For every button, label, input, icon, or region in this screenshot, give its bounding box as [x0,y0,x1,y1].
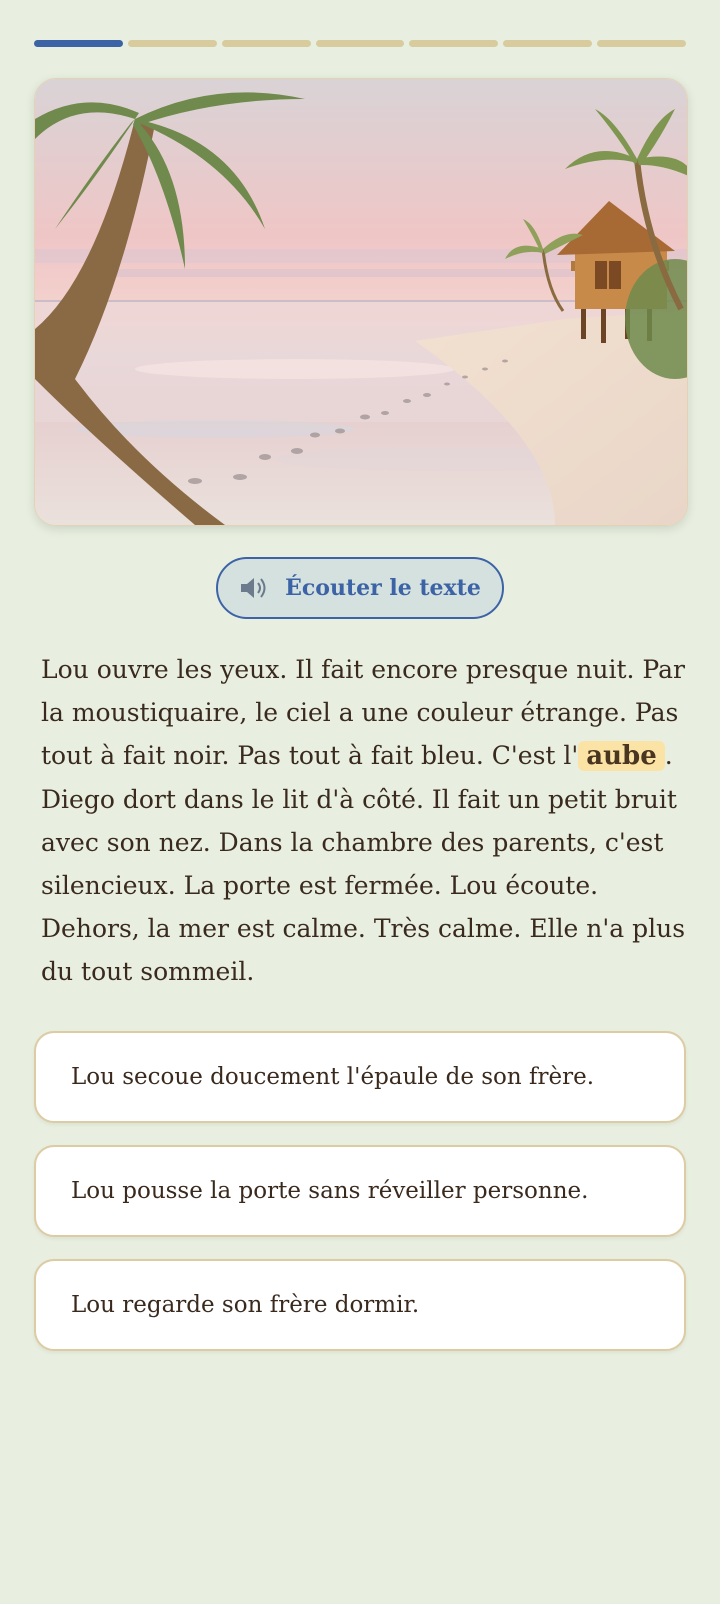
choice-label: Lou regarde son frère dormir. [71,1292,420,1318]
listen-text-button[interactable]: Écouter le texte [216,557,504,619]
listen-button-label: Écouter le texte [285,575,481,601]
speaker-icon [241,578,266,598]
story-progress-bar [34,40,687,48]
story-illustration [34,78,688,526]
story-text-part-2: . Diego dort dans le lit d'à côté. Il fa… [41,741,686,986]
progress-segment-7 [597,40,687,47]
progress-segment-5 [409,40,499,47]
progress-segment-3 [221,40,311,47]
beach-at-dawn-with-palm-trees-and-stilt-hut-icon [35,79,687,525]
progress-segment-4 [315,40,405,47]
progress-segment-2 [127,40,217,47]
choice-option-2[interactable]: Lou pousse la porte sans réveiller perso… [34,1145,686,1237]
choice-option-3[interactable]: Lou regarde son frère dormir. [34,1259,686,1351]
story-paragraph: Lou ouvre les yeux. Il fait encore presq… [41,648,686,993]
choice-label: Lou secoue doucement l'épaule de son frè… [71,1064,595,1090]
choice-option-1[interactable]: Lou secoue doucement l'épaule de son frè… [34,1031,686,1123]
vocab-word-highlight[interactable]: aube [578,741,665,771]
progress-segment-6 [503,40,593,47]
choice-label: Lou pousse la porte sans réveiller perso… [71,1178,589,1204]
progress-segment-1 [34,40,123,47]
